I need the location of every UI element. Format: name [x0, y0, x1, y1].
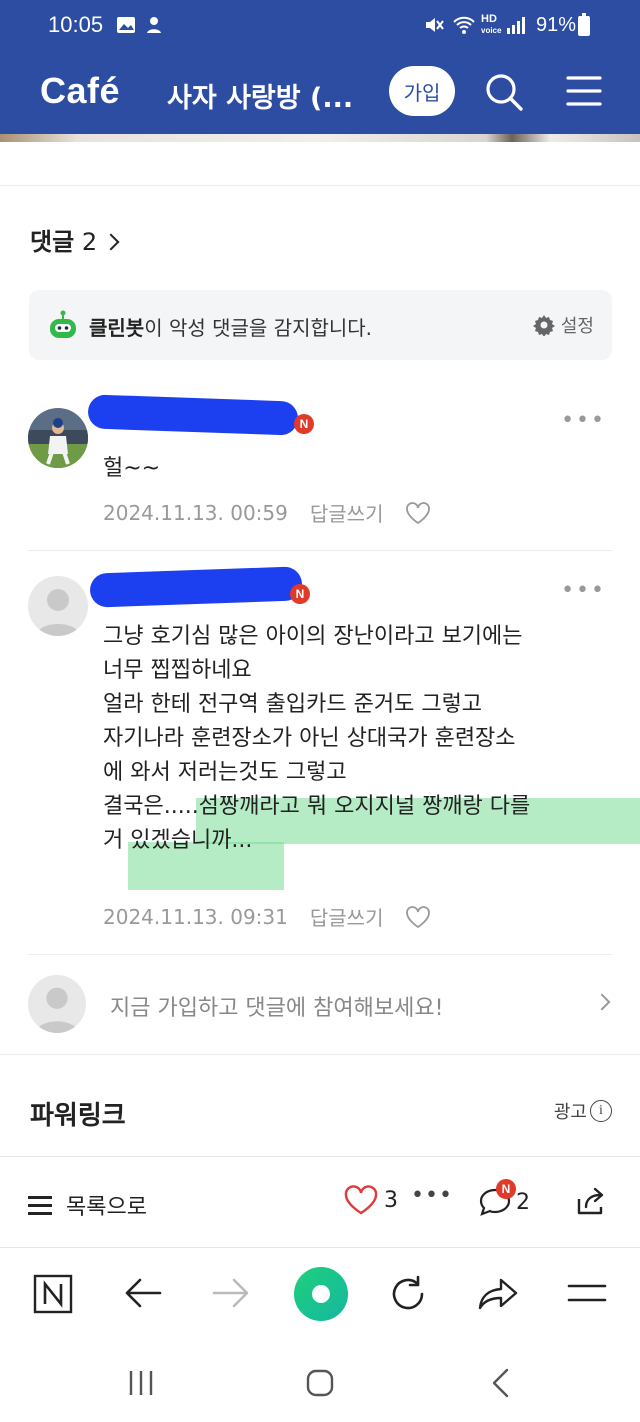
share-icon[interactable] [573, 1185, 607, 1219]
cafe-name[interactable]: 사자 사랑방 (... [167, 76, 353, 115]
banner-strip [0, 134, 640, 142]
naver-n-icon[interactable] [33, 1274, 73, 1314]
default-avatar-icon [36, 589, 80, 636]
clean-bot-settings[interactable]: 설정 [532, 312, 594, 338]
status-bar: 10:05 HD voice 91% [0, 0, 640, 54]
notification-app-icon [147, 17, 161, 33]
app-bar: Café 사자 사랑방 (... 가입 [0, 54, 640, 134]
new-badge: N [290, 584, 310, 604]
powerlink-title: 파워링크 [30, 1101, 126, 1131]
section-divider [0, 1054, 640, 1055]
recent-apps-icon[interactable] [126, 1368, 156, 1398]
heart-icon[interactable] [405, 905, 431, 929]
search-icon[interactable] [484, 72, 524, 112]
comment-count: 2 [516, 1189, 530, 1215]
comment-body: 헐~~ [103, 456, 161, 481]
app-header: 10:05 HD voice 91% Café 사자 사랑방 (... 가입 [0, 0, 640, 138]
back-to-list-label: 목록으로 [66, 1195, 147, 1220]
forward-arrow-icon[interactable] [212, 1276, 250, 1310]
chevron-right-icon [102, 233, 120, 251]
status-time: 10:05 [48, 12, 104, 37]
gear-icon [532, 315, 555, 336]
default-avatar-icon [28, 975, 86, 1033]
reply-button[interactable]: 답글쓰기 [310, 902, 384, 931]
clean-bot-notice: 클린봇이 악성 댓글을 감지합니다. 설정 [29, 290, 612, 360]
battery-icon [578, 13, 590, 36]
section-gap [0, 142, 640, 186]
ad-label[interactable]: 광고 i [554, 1098, 612, 1124]
like-button[interactable]: 3 [344, 1185, 398, 1215]
comment-icon: N [478, 1179, 516, 1219]
join-button[interactable]: 가입 [389, 66, 455, 116]
new-badge: N [496, 1179, 516, 1199]
divider [28, 550, 612, 551]
join-prompt-text: 지금 가입하고 댓글에 참여해보세요! [110, 996, 444, 1021]
menu-icon[interactable] [566, 74, 602, 108]
comment-date: 2024.11.13. 09:31 [103, 904, 288, 929]
comment-item: N ••• 그냥 호기심 많은 아이의 장난이라고 보기에는 너무 찝찝하네요 … [0, 562, 640, 942]
chevron-right-icon [593, 993, 611, 1011]
comments-heading-label: 댓글 [30, 228, 75, 256]
more-options-icon[interactable]: ••• [561, 408, 606, 433]
comment-meta: 2024.11.13. 00:59 답글쓰기 [103, 498, 431, 527]
battery-percent: 91% [535, 14, 576, 36]
signal-icon [507, 17, 525, 34]
cafe-logo[interactable]: Café [40, 70, 120, 112]
heart-icon[interactable] [405, 501, 431, 525]
nickname-redaction [89, 566, 303, 608]
heart-icon [344, 1185, 378, 1215]
comments-count: 2 [81, 228, 98, 256]
refresh-icon[interactable] [388, 1274, 428, 1314]
comments-heading[interactable]: 댓글 2 [30, 222, 120, 257]
avatar[interactable] [28, 408, 88, 468]
article-action-bar: 목록으로 3 ••• N 2 [0, 1156, 640, 1248]
nickname-redaction [87, 394, 299, 436]
settings-label: 설정 [560, 316, 594, 337]
hd-voice-label: HD voice [481, 13, 502, 36]
back-arrow-icon[interactable] [124, 1276, 162, 1310]
wifi-icon [453, 16, 475, 34]
avatar[interactable] [28, 576, 88, 636]
home-icon[interactable] [305, 1368, 335, 1398]
share-arrow-icon[interactable] [477, 1276, 519, 1312]
browser-toolbar [0, 1248, 640, 1340]
gallery-icon [117, 17, 135, 33]
like-count: 3 [384, 1187, 398, 1213]
comment-meta: 2024.11.13. 09:31 답글쓰기 [103, 902, 431, 931]
list-icon [28, 1196, 52, 1215]
avatar-photo [28, 408, 88, 468]
ad-label-text: 광고 [553, 1102, 587, 1123]
join-comment-prompt[interactable]: 지금 가입하고 댓글에 참여해보세요! [0, 972, 640, 1034]
clean-bot-icon [50, 310, 76, 338]
divider [28, 954, 612, 955]
comment-item: N ••• 헐~~ 2024.11.13. 00:59 답글쓰기 [0, 392, 640, 552]
menu-icon[interactable] [567, 1278, 607, 1308]
more-icon[interactable]: ••• [411, 1183, 453, 1208]
system-navigation-bar [0, 1340, 640, 1422]
clean-bot-text: 클린봇이 악성 댓글을 감지합니다. [89, 316, 373, 340]
comment-button[interactable]: N 2 [478, 1179, 530, 1219]
new-badge: N [294, 414, 314, 434]
more-options-icon[interactable]: ••• [561, 578, 606, 603]
comment-body: 그냥 호기심 많은 아이의 장난이라고 보기에는 너무 찝찝하네요 얼라 한테 … [103, 624, 531, 853]
mute-icon [426, 18, 444, 32]
home-green-icon[interactable] [293, 1266, 349, 1322]
back-to-list-button[interactable]: 목록으로 [28, 1189, 147, 1221]
comment-date: 2024.11.13. 00:59 [103, 500, 288, 525]
reply-button[interactable]: 답글쓰기 [310, 498, 384, 527]
back-icon[interactable] [489, 1368, 513, 1398]
info-icon: i [590, 1100, 612, 1122]
